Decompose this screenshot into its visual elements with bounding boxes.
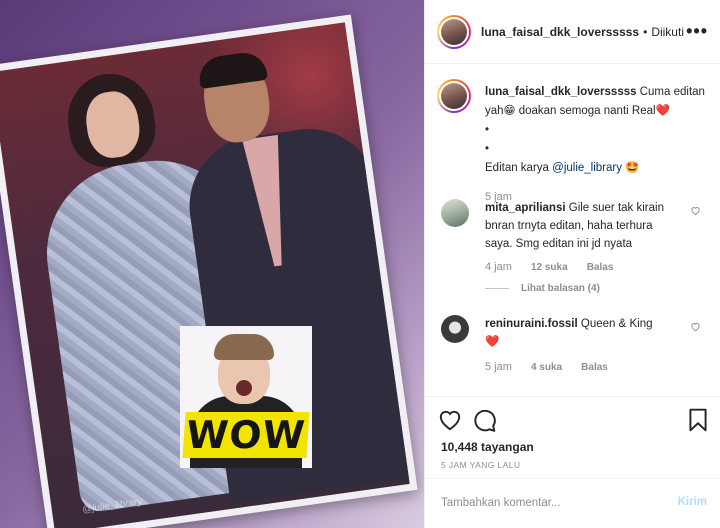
caption-emoji: 🤩 [625, 162, 640, 174]
caption-avatar[interactable] [437, 79, 471, 113]
wow-sticker: WOW [180, 326, 312, 468]
caption-bullet: • [485, 124, 490, 136]
author-username[interactable]: luna_faisal_dkk_loversssss [481, 25, 639, 39]
mention-link[interactable]: @julie_library [552, 162, 622, 174]
comment-item: reninuraini.fossil Queen & King ❤️ 5 jam… [441, 315, 711, 385]
divider-line [485, 288, 509, 289]
comment-text: Queen & King [580, 318, 653, 330]
comments-list[interactable]: luna_faisal_dkk_loversssss Cuma editan y… [425, 65, 720, 395]
post-media[interactable]: @julie_library WOW [0, 0, 424, 528]
avatar-image [441, 18, 467, 45]
bookmark-icon[interactable] [685, 407, 711, 433]
heart-icon[interactable] [690, 205, 701, 216]
comment-likes[interactable]: 12 suka [531, 262, 568, 273]
post-timestamp: 5 JAM YANG LALU [441, 460, 521, 470]
caption-bullet: • [485, 143, 490, 155]
action-bar [425, 396, 720, 442]
comment-emoji: ❤️ [485, 336, 500, 348]
commenter-avatar[interactable] [441, 315, 469, 343]
ellipsis-icon[interactable]: ••• [686, 21, 708, 42]
comment-actions: 4 jam 12 suka Balas [485, 261, 629, 273]
comment-username[interactable]: mita_apriliansi [485, 202, 566, 214]
heart-icon[interactable] [690, 321, 701, 332]
caption-body: luna_faisal_dkk_loversssss Cuma editan y… [485, 83, 713, 207]
header-separator: • [643, 24, 648, 39]
author-avatar[interactable] [437, 14, 471, 49]
comment-text-block: reninuraini.fossil Queen & King ❤️ [485, 315, 681, 351]
caption-username[interactable]: luna_faisal_dkk_loversssss [485, 86, 637, 98]
comment-time[interactable]: 5 jam [485, 361, 512, 373]
comment-time[interactable]: 4 jam [485, 261, 512, 273]
reply-button[interactable]: Balas [587, 262, 614, 273]
comment-composer: Kirim [425, 478, 720, 528]
post-panel: luna_faisal_dkk_loversssss • Diikuti •••… [424, 0, 720, 528]
view-replies-button[interactable]: Lihat balasan (4) [485, 283, 600, 294]
follow-status[interactable]: Diikuti [651, 25, 684, 39]
avatar-image [441, 83, 467, 109]
comment-item: mita_apriliansi Gile suer tak kirain bnr… [441, 199, 711, 299]
view-replies-label: Lihat balasan (4) [521, 283, 600, 294]
commenter-avatar[interactable] [441, 199, 469, 227]
comment-actions: 5 jam 4 suka Balas [485, 361, 624, 373]
post-header: luna_faisal_dkk_loversssss • Diikuti ••• [425, 0, 720, 64]
comment-likes[interactable]: 4 suka [531, 362, 562, 373]
post-comment-button[interactable]: Kirim [678, 496, 707, 508]
boy-mouth [236, 380, 252, 396]
reply-button[interactable]: Balas [581, 362, 608, 373]
wow-text: WOW [182, 412, 310, 458]
caption-credit: Editan karya [485, 162, 549, 174]
view-count[interactable]: 10,448 tayangan [441, 440, 534, 454]
boy-hair [214, 334, 274, 360]
comment-text-block: mita_apriliansi Gile suer tak kirain bnr… [485, 199, 681, 253]
comment-input[interactable] [441, 493, 661, 513]
comment-username[interactable]: reninuraini.fossil [485, 318, 578, 330]
comment-bubble-icon[interactable] [471, 407, 497, 433]
like-heart-icon[interactable] [437, 407, 463, 433]
